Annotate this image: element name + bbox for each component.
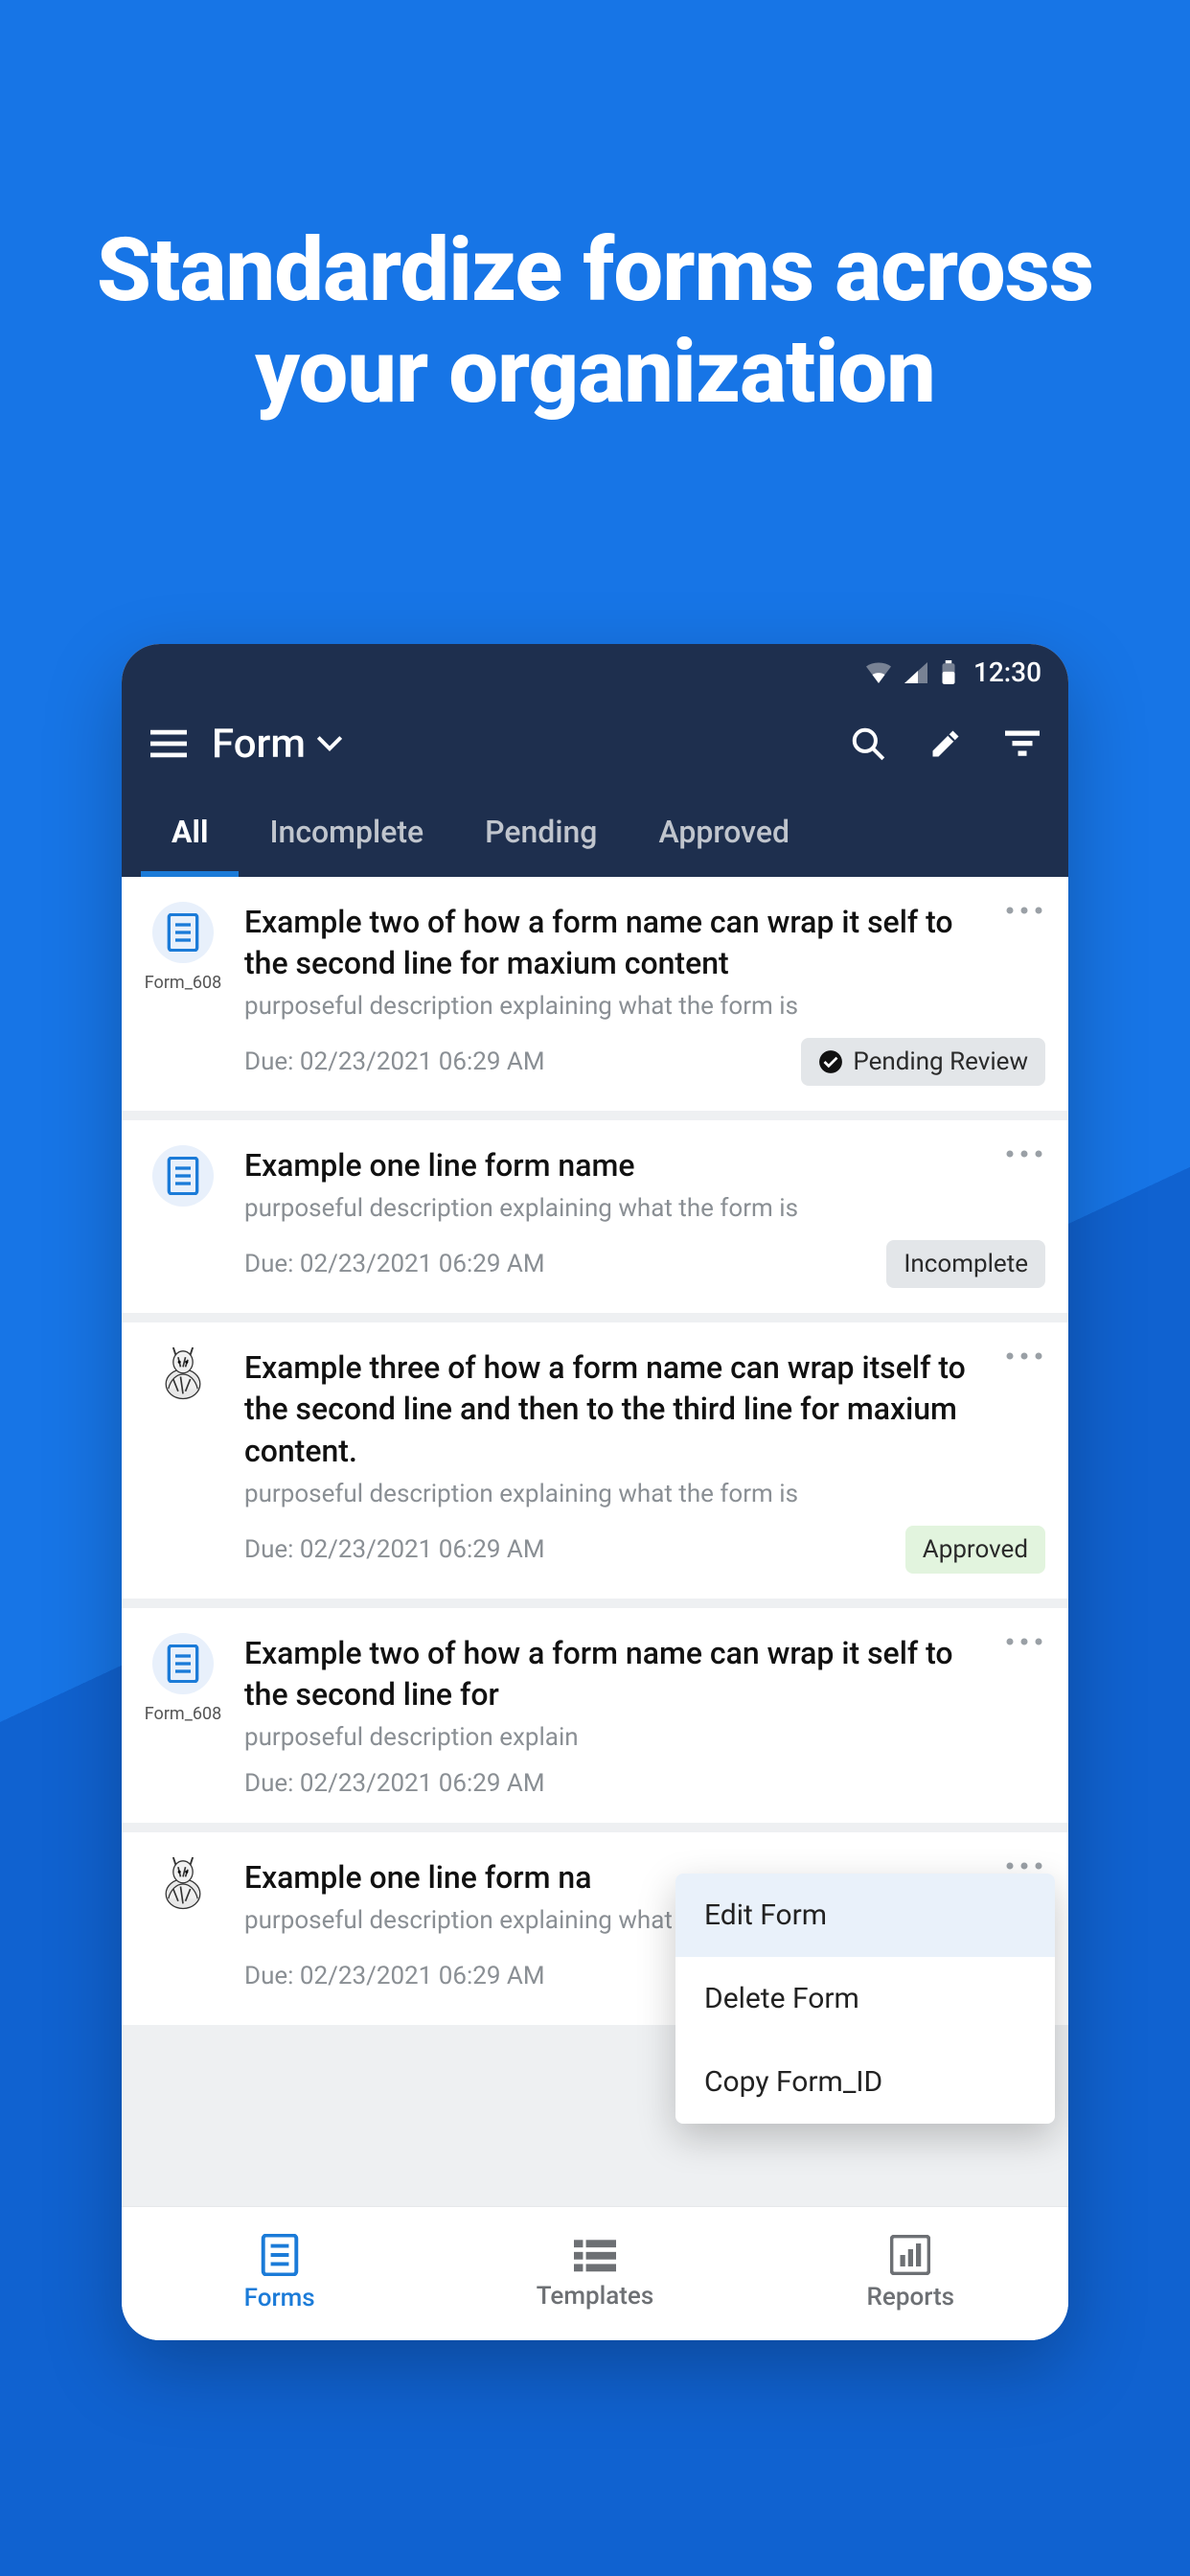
form-code: Form_608 [145, 973, 221, 993]
appbar-title-text: Form [212, 721, 306, 768]
form-card[interactable]: Form_608 Example two of how a form name c… [122, 1608, 1068, 1823]
tab-all[interactable]: All [141, 791, 239, 877]
appbar-title-dropdown[interactable]: Form [212, 721, 825, 768]
status-label: Pending Review [853, 1047, 1028, 1076]
form-card[interactable]: Example three of how a form name can wra… [122, 1322, 1068, 1598]
hero-line-2: your organization [0, 322, 1190, 424]
card-icon-col [143, 1145, 223, 1288]
forms-list[interactable]: Form_608 Example two of how a form name c… [122, 877, 1068, 2206]
card-icon-col: Form_608 [143, 902, 223, 1086]
status-bar: 12:30 [122, 644, 1068, 702]
card-footer: Due: 02/23/2021 06:29 AM Approved [244, 1526, 1045, 1574]
reports-icon [890, 2235, 930, 2275]
form-title: Example one line form name [244, 1145, 1045, 1186]
card-footer: Due: 02/23/2021 06:29 AM Pending Review [244, 1038, 1045, 1086]
status-icons [866, 660, 956, 685]
phone-frame: 12:30 Form AllIncompletePendingApproved [122, 644, 1068, 2340]
zebra-icon [156, 1347, 210, 1401]
cellular-icon [904, 662, 927, 683]
due-date: Due: 02/23/2021 06:29 AM [244, 1769, 545, 1798]
card-body: Example two of how a form name can wrap … [244, 1633, 1045, 1798]
card-footer: Due: 02/23/2021 06:29 AM [244, 1769, 1045, 1798]
appbar-actions [850, 725, 1040, 762]
due-date: Due: 02/23/2021 06:29 AM [244, 1535, 545, 1564]
hero-headline: Standardize forms across your organizati… [0, 0, 1190, 424]
tab-pending[interactable]: Pending [454, 791, 628, 877]
menu-icon[interactable] [150, 729, 187, 758]
card-more-icon[interactable] [1005, 1149, 1043, 1159]
hero-line-1: Standardize forms across [0, 220, 1190, 322]
document-icon [152, 1633, 214, 1694]
context-menu: Edit FormDelete FormCopy Form_ID [675, 1874, 1055, 2124]
forms-icon [261, 2234, 299, 2276]
card-more-icon[interactable] [1005, 1351, 1043, 1361]
card-more-icon[interactable] [1005, 1637, 1043, 1646]
card-icon-col [143, 1857, 223, 2000]
document-icon [152, 1145, 214, 1207]
card-icon-col [143, 1347, 223, 1574]
battery-icon [941, 660, 956, 685]
menu-item-delete-form[interactable]: Delete Form [675, 1957, 1055, 2040]
zebra-icon [156, 1857, 210, 1911]
form-description: purposeful description explain [244, 1723, 1045, 1752]
wifi-icon [866, 662, 891, 683]
chevron-down-icon [317, 735, 342, 752]
check-circle-icon [818, 1049, 843, 1074]
due-date: Due: 02/23/2021 06:29 AM [244, 1250, 545, 1278]
form-title: Example three of how a form name can wra… [244, 1347, 1045, 1472]
bottom-nav: Forms Templates Reports [122, 2206, 1068, 2340]
status-label: Approved [923, 1535, 1028, 1564]
bottom-nav-templates[interactable]: Templates [437, 2207, 752, 2340]
due-date: Due: 02/23/2021 06:29 AM [244, 1962, 545, 1990]
card-icon-col: Form_608 [143, 1633, 223, 1798]
tabs: AllIncompletePendingApproved [122, 791, 1068, 877]
card-body: Example three of how a form name can wra… [244, 1347, 1045, 1574]
bottom-nav-label: Forms [244, 2284, 315, 2312]
bottom-nav-label: Reports [867, 2283, 955, 2312]
menu-item-edit-form[interactable]: Edit Form [675, 1874, 1055, 1957]
app-bar: Form [122, 702, 1068, 791]
form-description: purposeful description explaining what t… [244, 992, 1045, 1021]
tab-incomplete[interactable]: Incomplete [239, 791, 454, 877]
bottom-nav-forms[interactable]: Forms [122, 2207, 437, 2340]
form-description: purposeful description explaining what t… [244, 1480, 1045, 1508]
status-time: 12:30 [973, 656, 1041, 688]
filter-icon[interactable] [1005, 730, 1040, 757]
menu-item-copy-form-id[interactable]: Copy Form_ID [675, 2040, 1055, 2124]
form-card[interactable]: Example one line form name purposeful des… [122, 1120, 1068, 1313]
form-description: purposeful description explaining what t… [244, 1194, 1045, 1223]
status-badge: Incomplete [886, 1240, 1045, 1288]
card-more-icon[interactable] [1005, 1861, 1043, 1871]
status-label: Incomplete [904, 1250, 1028, 1278]
templates-icon [574, 2236, 616, 2274]
form-card[interactable]: Form_608 Example two of how a form name c… [122, 877, 1068, 1111]
bottom-nav-reports[interactable]: Reports [753, 2207, 1068, 2340]
due-date: Due: 02/23/2021 06:29 AM [244, 1047, 545, 1076]
form-title: Example two of how a form name can wrap … [244, 1633, 1045, 1715]
card-body: Example two of how a form name can wrap … [244, 902, 1045, 1086]
tab-approved[interactable]: Approved [628, 791, 820, 877]
form-title: Example two of how a form name can wrap … [244, 902, 1045, 984]
bottom-nav-label: Templates [537, 2282, 653, 2311]
card-body: Example one line form name purposeful des… [244, 1145, 1045, 1288]
search-icon[interactable] [850, 725, 886, 762]
edit-icon[interactable] [928, 726, 963, 761]
form-code: Form_608 [145, 1704, 221, 1724]
status-badge: Pending Review [801, 1038, 1045, 1086]
document-icon [152, 902, 214, 963]
status-badge: Approved [905, 1526, 1045, 1574]
card-footer: Due: 02/23/2021 06:29 AM Incomplete [244, 1240, 1045, 1288]
card-more-icon[interactable] [1005, 906, 1043, 915]
